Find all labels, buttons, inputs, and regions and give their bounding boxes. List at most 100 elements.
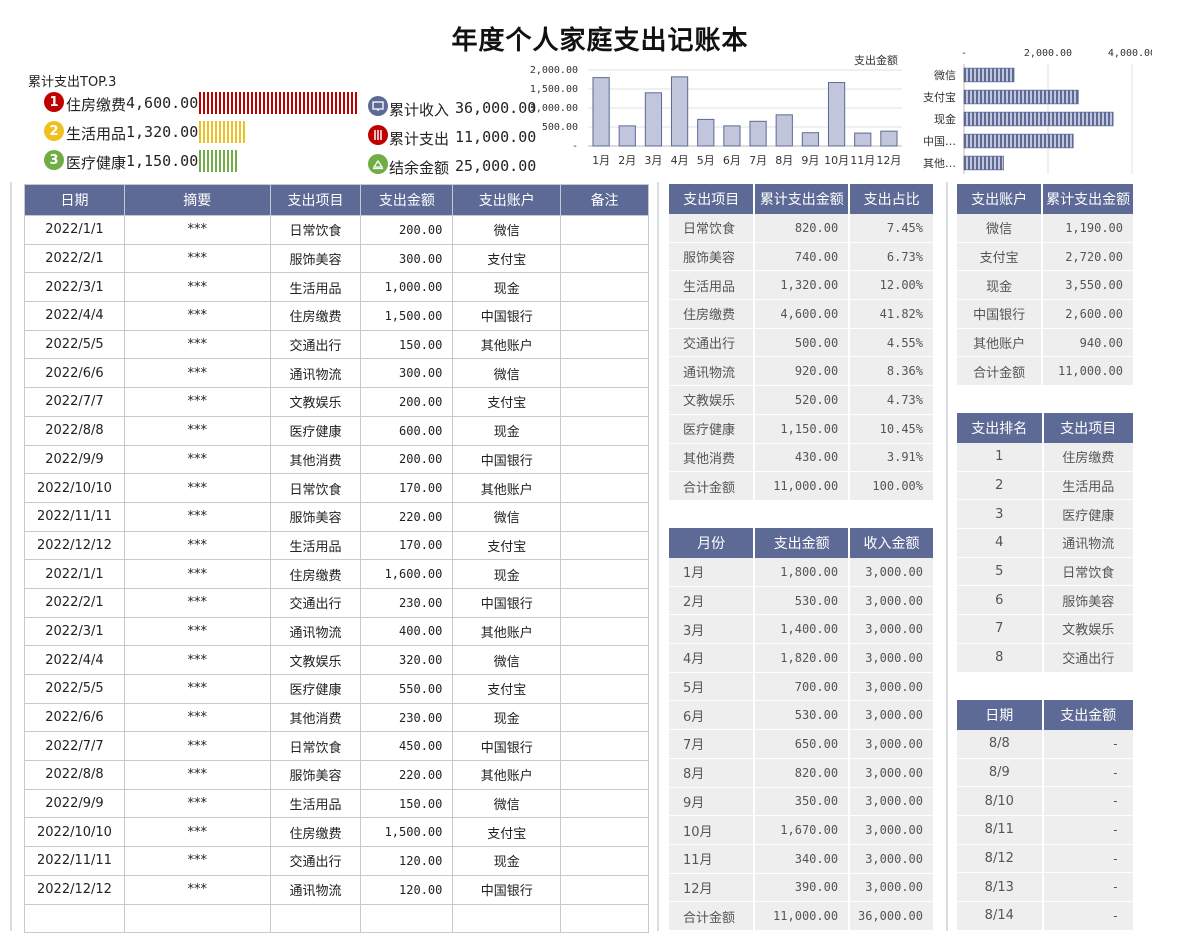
table-cell[interactable]: ***	[123, 387, 271, 417]
table-cell[interactable]: 200.00	[360, 387, 454, 417]
table-cell[interactable]: -	[1042, 901, 1136, 931]
table-cell[interactable]: ***	[123, 530, 271, 561]
table-cell[interactable]: 中国银行	[957, 299, 1044, 329]
table-cell[interactable]: 1,600.00	[360, 559, 454, 589]
table-cell[interactable]: 日常饮食	[1042, 557, 1136, 587]
table-cell[interactable]: -	[1042, 815, 1136, 845]
table-cell[interactable]: 微信	[452, 645, 562, 675]
table-cell[interactable]: ***	[123, 760, 271, 790]
table-cell[interactable]: 2022/12/12	[24, 530, 125, 561]
table-cell[interactable]: 交通出行	[669, 328, 756, 358]
table-cell[interactable]: 170.00	[360, 473, 454, 503]
table-cell[interactable]: 2022/11/11	[24, 846, 125, 876]
table-cell[interactable]	[560, 272, 649, 303]
table-cell[interactable]: 230.00	[360, 702, 454, 733]
table-cell[interactable]: 8月	[669, 758, 756, 788]
table-cell[interactable]: 文教娱乐	[669, 385, 756, 415]
table-cell[interactable]: 通讯物流	[669, 356, 756, 387]
table-cell[interactable]: -	[1042, 786, 1136, 817]
table-cell[interactable]: 200.00	[360, 444, 454, 475]
table-cell[interactable]: 2022/1/1	[24, 559, 125, 589]
table-cell[interactable]: 4.55%	[849, 328, 935, 358]
table-cell[interactable]: 微信	[452, 788, 562, 819]
table-cell[interactable]: 450.00	[360, 731, 454, 762]
table-cell[interactable]	[123, 903, 271, 933]
table-cell[interactable]: 120.00	[360, 846, 454, 876]
table-cell[interactable]: 5	[957, 557, 1044, 587]
table-cell[interactable]: 1,320.00	[754, 270, 851, 301]
table-cell[interactable]: 其他消费	[269, 702, 362, 733]
table-cell[interactable]	[560, 788, 649, 819]
table-cell[interactable]: 微信	[452, 215, 562, 245]
table-cell[interactable]: 服饰美容	[669, 242, 756, 272]
table-cell[interactable]	[560, 243, 649, 274]
table-cell[interactable]: 中国银行	[452, 301, 562, 331]
table-cell[interactable]: 150.00	[360, 788, 454, 819]
table-cell[interactable]: ***	[123, 301, 271, 331]
table-cell[interactable]: 500.00	[754, 328, 851, 358]
table-cell[interactable]: 住房缴费	[1042, 443, 1136, 472]
table-cell[interactable]: 医疗健康	[669, 414, 756, 444]
table-cell[interactable]	[560, 530, 649, 561]
table-cell[interactable]: 3,000.00	[849, 873, 935, 903]
table-cell[interactable]: 920.00	[754, 356, 851, 387]
table-cell[interactable]: 8/8	[957, 730, 1044, 759]
table-cell[interactable]: 3,000.00	[849, 729, 935, 759]
table-cell[interactable]: 生活用品	[269, 788, 362, 819]
table-cell[interactable]: 1,000.00	[360, 272, 454, 303]
table-cell[interactable]: 合计金额	[957, 356, 1044, 387]
table-cell[interactable]: 3,000.00	[849, 700, 935, 731]
table-cell[interactable]: 2022/10/10	[24, 473, 125, 503]
table-cell[interactable]: 交通出行	[1042, 643, 1136, 673]
table-cell[interactable]: 350.00	[754, 787, 851, 817]
table-cell[interactable]: ***	[123, 702, 271, 733]
table-cell[interactable]	[560, 846, 649, 876]
table-cell[interactable]: ***	[123, 272, 271, 303]
table-cell[interactable]: ***	[123, 846, 271, 876]
table-cell[interactable]: 200.00	[360, 215, 454, 245]
table-cell[interactable]: 住房缴费	[269, 817, 362, 848]
table-cell[interactable]: 1,190.00	[1042, 214, 1135, 243]
table-cell[interactable]: 36,000.00	[849, 901, 935, 931]
table-cell[interactable]	[560, 358, 649, 389]
table-cell[interactable]: 320.00	[360, 645, 454, 675]
table-cell[interactable]: 生活用品	[269, 530, 362, 561]
table-cell[interactable]: 合计金额	[669, 901, 756, 931]
table-cell[interactable]: 1,150.00	[754, 414, 851, 444]
table-cell[interactable]: 1,800.00	[754, 558, 851, 587]
table-cell[interactable]	[560, 874, 649, 905]
table-cell[interactable]: ***	[123, 329, 271, 360]
table-cell[interactable]: ***	[123, 645, 271, 675]
table-cell[interactable]: 4月	[669, 643, 756, 673]
table-cell[interactable]	[560, 415, 649, 446]
table-cell[interactable]: 7.45%	[849, 214, 935, 243]
table-cell[interactable]: 12.00%	[849, 270, 935, 301]
table-cell[interactable]: 820.00	[754, 214, 851, 243]
table-cell[interactable]: 支付宝	[957, 242, 1044, 272]
table-cell[interactable]: 1,670.00	[754, 815, 851, 845]
table-cell[interactable]: 4.73%	[849, 385, 935, 415]
table-cell[interactable]: ***	[123, 559, 271, 589]
table-cell[interactable]: 支付宝	[452, 387, 562, 417]
table-cell[interactable]: 2022/4/4	[24, 301, 125, 331]
table-cell[interactable]: 2月	[669, 586, 756, 616]
table-cell[interactable]: 文教娱乐	[1042, 614, 1136, 644]
table-cell[interactable]: 现金	[452, 272, 562, 303]
table-cell[interactable]: 生活用品	[669, 270, 756, 301]
table-cell[interactable]: 8/12	[957, 844, 1044, 874]
table-cell[interactable]	[560, 616, 649, 647]
table-cell[interactable]: 2022/6/6	[24, 702, 125, 733]
table-cell[interactable]: 5月	[669, 672, 756, 702]
table-cell[interactable]: ***	[123, 731, 271, 762]
table-cell[interactable]: 3,000.00	[849, 643, 935, 673]
table-cell[interactable]: -	[1042, 844, 1136, 874]
table-cell[interactable]: 11,000.00	[754, 901, 851, 931]
table-cell[interactable]: 其他账户	[452, 616, 562, 647]
table-cell[interactable]: ***	[123, 473, 271, 503]
table-cell[interactable]	[560, 473, 649, 503]
table-cell[interactable]: 8/14	[957, 901, 1044, 931]
table-cell[interactable]: 服饰美容	[269, 501, 362, 532]
table-cell[interactable]: ***	[123, 788, 271, 819]
table-cell[interactable]: 11,000.00	[754, 471, 851, 501]
table-cell[interactable]: 其他账户	[957, 328, 1044, 358]
